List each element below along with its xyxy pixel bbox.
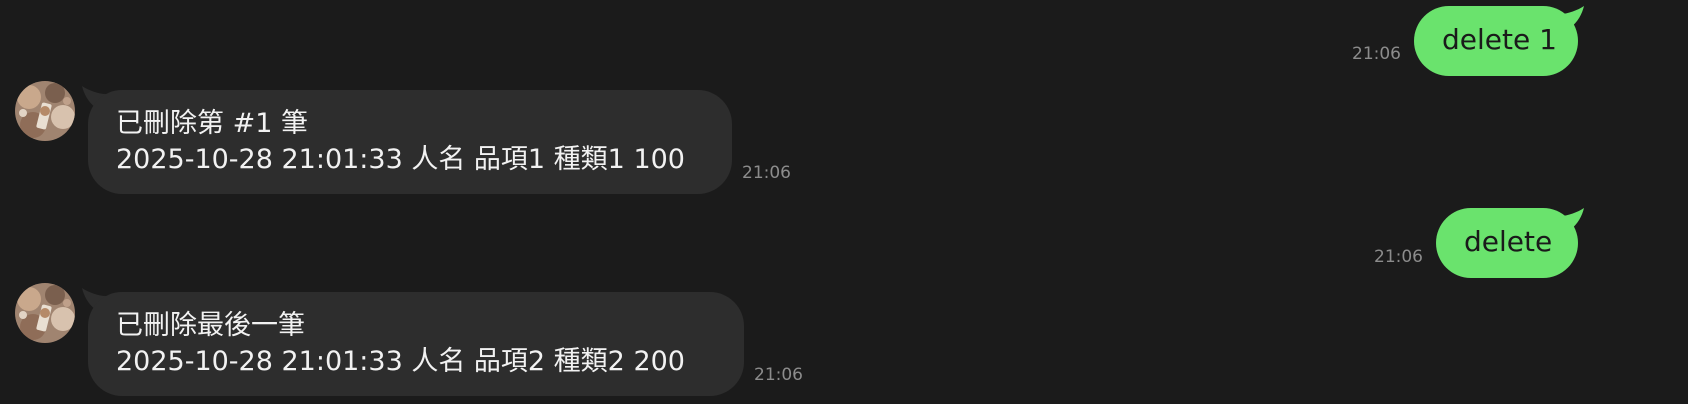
message-text-line: 2025-10-28 21:01:33 人名 品項1 種類1 100 bbox=[116, 144, 685, 175]
message-text-line: 已刪除第 #1 筆 bbox=[116, 108, 308, 139]
message-timestamp: 21:06 bbox=[754, 365, 803, 385]
message-timestamp: 21:06 bbox=[1374, 247, 1423, 267]
message-text: delete 1 bbox=[1442, 23, 1557, 56]
message-text-line: 2025-10-28 21:01:33 人名 品項2 種類2 200 bbox=[116, 346, 685, 377]
message-text: delete bbox=[1464, 225, 1553, 258]
outgoing-bubble[interactable]: delete bbox=[1436, 208, 1578, 278]
bubble-tail-icon bbox=[1560, 6, 1584, 28]
sender-avatar[interactable] bbox=[15, 283, 75, 343]
user-avatar-photo-icon bbox=[15, 283, 75, 343]
chat-message-list[interactable]: 21:06 delete 1 已刪除第 #1 筆 2025-10-28 21:0… bbox=[0, 0, 1688, 404]
incoming-bubble[interactable]: 已刪除第 #1 筆 2025-10-28 21:01:33 人名 品項1 種類1… bbox=[88, 90, 732, 194]
bubble-tail-icon bbox=[1560, 208, 1584, 230]
message-timestamp: 21:06 bbox=[742, 163, 791, 183]
incoming-bubble[interactable]: 已刪除最後一筆 2025-10-28 21:01:33 人名 品項2 種類2 2… bbox=[88, 292, 744, 396]
sender-avatar[interactable] bbox=[15, 81, 75, 141]
outgoing-bubble[interactable]: delete 1 bbox=[1414, 6, 1578, 76]
message-timestamp: 21:06 bbox=[1352, 44, 1401, 64]
message-text-line: 已刪除最後一筆 bbox=[116, 310, 305, 341]
user-avatar-photo-icon bbox=[15, 81, 75, 141]
